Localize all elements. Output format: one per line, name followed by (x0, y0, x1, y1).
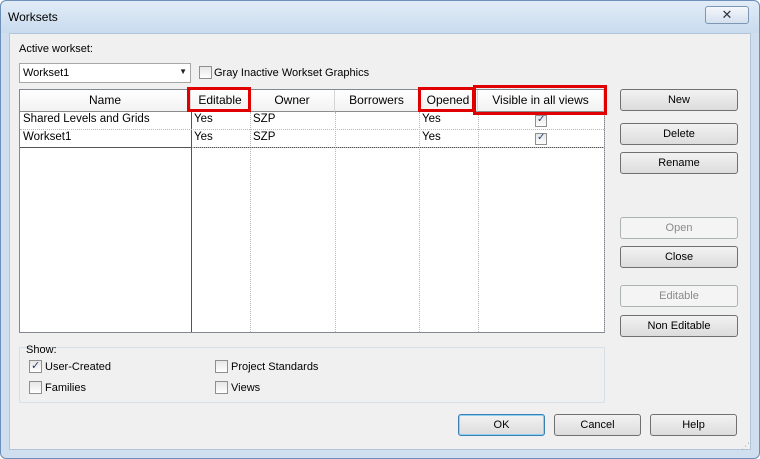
row-divider (192, 147, 604, 148)
column-divider (250, 112, 251, 332)
active-workset-label: Active workset: (19, 43, 93, 55)
visible-checkbox[interactable]: ✓ (535, 132, 547, 145)
project-standards-checkbox[interactable] (215, 360, 228, 373)
name-column-divider (191, 112, 192, 332)
worksets-dialog: Worksets ✕ Active workset: Workset1 ▼ Gr… (0, 0, 760, 459)
worksets-table[interactable]: Name Editable Owner Borrowers Opened Vis… (19, 89, 605, 333)
cell-name: Shared Levels and Grids (23, 113, 150, 125)
active-workset-select[interactable]: Workset1 ▼ (19, 63, 191, 83)
cell-name: Workset1 (23, 131, 72, 143)
user-created-checkbox[interactable]: ✓ (29, 360, 42, 373)
row-divider (20, 129, 604, 130)
cell-opened: Yes (422, 131, 441, 143)
open-button[interactable]: Open (620, 217, 738, 239)
editable-button[interactable]: Editable (620, 285, 738, 307)
column-divider (335, 112, 336, 332)
cell-editable: Yes (194, 113, 213, 125)
cell-owner: SZP (253, 131, 276, 143)
close-workset-button[interactable]: Close (620, 246, 738, 268)
col-header-borrowers[interactable]: Borrowers (335, 90, 419, 112)
show-label: Show: (26, 344, 57, 356)
highlight-editable (187, 87, 251, 112)
new-button[interactable]: New (620, 89, 738, 111)
column-divider (419, 112, 420, 332)
check-icon: ✓ (537, 114, 546, 125)
views-checkbox[interactable] (215, 381, 228, 394)
chevron-down-icon: ▼ (179, 67, 187, 76)
cell-owner: SZP (253, 113, 276, 125)
ok-button[interactable]: OK (458, 414, 545, 436)
families-checkbox[interactable] (29, 381, 42, 394)
gray-inactive-checkbox[interactable] (199, 66, 212, 79)
show-group (19, 347, 605, 403)
user-created-label: User-Created (45, 361, 112, 373)
cancel-button[interactable]: Cancel (554, 414, 641, 436)
highlight-visible (473, 85, 607, 115)
views-label: Views (231, 382, 261, 394)
cell-editable: Yes (194, 131, 213, 143)
rename-button[interactable]: Rename (620, 152, 738, 174)
cell-opened: Yes (422, 113, 441, 125)
column-divider (604, 112, 605, 332)
help-button[interactable]: Help (650, 414, 737, 436)
delete-button[interactable]: Delete (620, 123, 738, 145)
gray-inactive-label: Gray Inactive Workset Graphics (214, 67, 370, 79)
non-editable-button[interactable]: Non Editable (620, 315, 738, 337)
close-window-button[interactable]: ✕ (705, 6, 749, 24)
families-label: Families (45, 382, 86, 394)
window-title: Worksets (8, 10, 58, 24)
visible-checkbox[interactable]: ✓ (535, 114, 547, 127)
close-icon: ✕ (721, 7, 733, 22)
title-bar[interactable]: Worksets ✕ (1, 1, 759, 33)
check-icon: ✓ (31, 360, 41, 372)
resize-grip-icon[interactable]: ⋰ (741, 441, 750, 452)
active-workset-value: Workset1 (23, 67, 70, 79)
col-header-name[interactable]: Name (20, 90, 191, 112)
column-divider (478, 112, 479, 332)
check-icon: ✓ (537, 132, 546, 143)
project-standards-label: Project Standards (231, 361, 319, 373)
highlight-opened (418, 87, 475, 112)
col-header-owner[interactable]: Owner (250, 90, 335, 112)
